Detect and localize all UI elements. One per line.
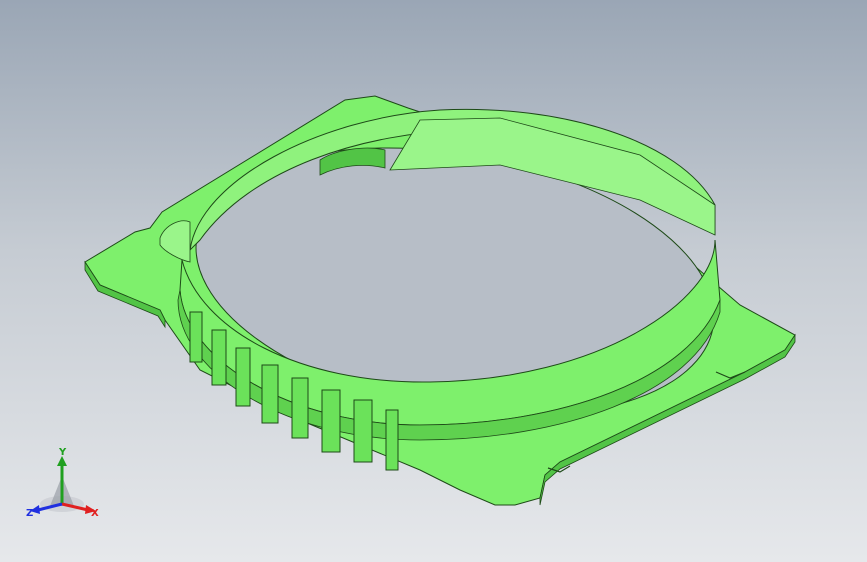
- graphics-viewport[interactable]: Y X Z: [0, 0, 867, 562]
- orientation-triad: Y X Z: [26, 447, 106, 524]
- z-axis-label: Z: [26, 508, 33, 519]
- y-axis-label: Y: [58, 448, 67, 458]
- x-axis-label: X: [91, 508, 99, 519]
- fan-shroud-model[interactable]: [0, 0, 867, 562]
